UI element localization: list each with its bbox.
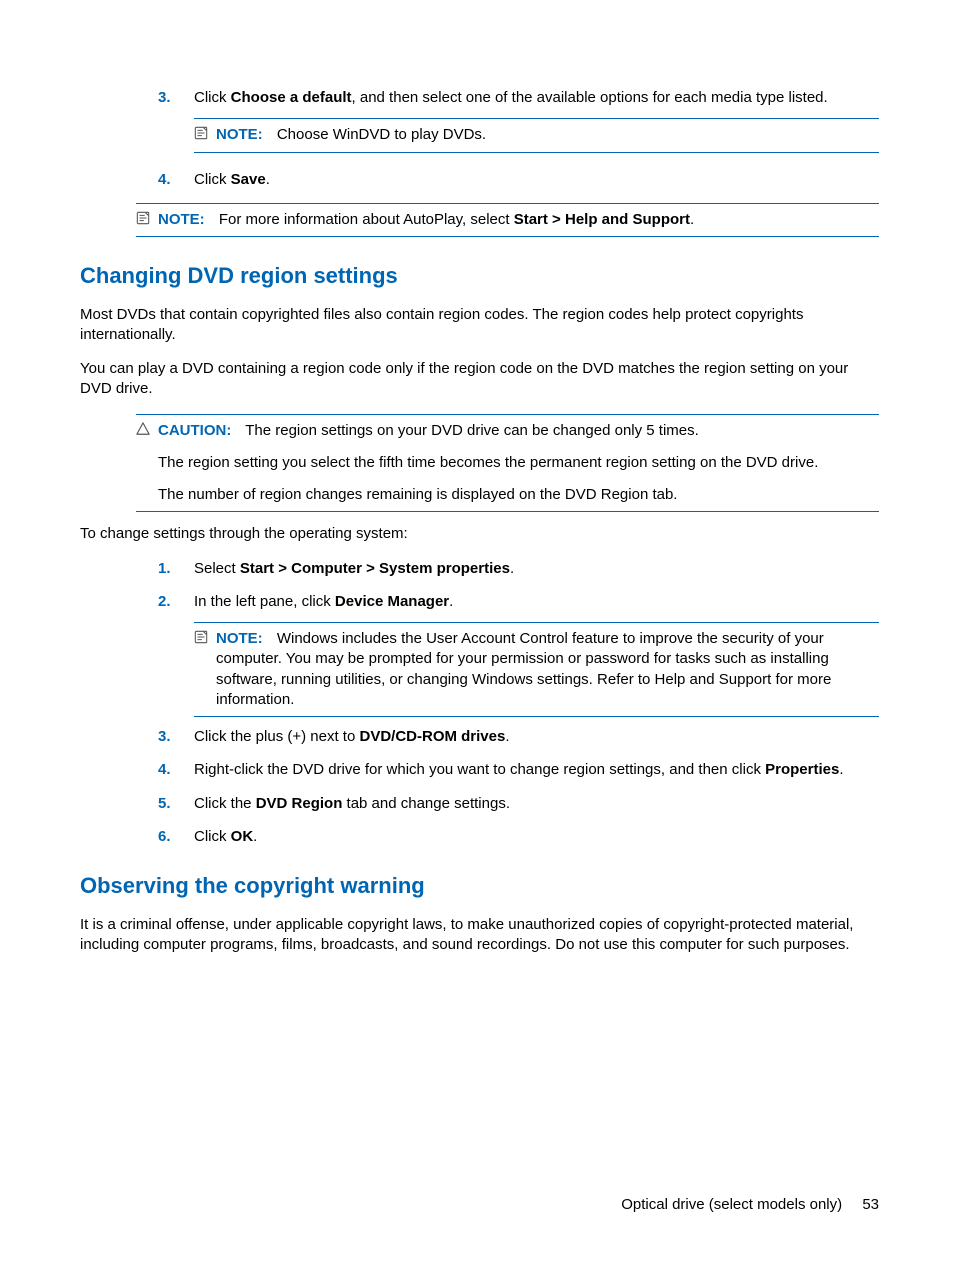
text-run: Click [194, 828, 231, 845]
caution-icon [136, 421, 158, 441]
text-bold: Start > Help and Support [514, 211, 690, 228]
note-body: NOTE: Windows includes the User Account … [216, 629, 879, 710]
caution-body: CAUTION: The region settings on your DVD… [158, 421, 879, 441]
note-block: NOTE: Windows includes the User Account … [194, 622, 879, 717]
list-number: 4. [158, 170, 194, 190]
caution-paragraph: The number of region changes remaining i… [136, 485, 879, 505]
note-label: NOTE: [158, 211, 215, 228]
note-text: Choose WinDVD to play DVDs. [277, 126, 486, 143]
text-bold: DVD Region [256, 795, 343, 812]
text-run: , and then select one of the available o… [352, 89, 828, 106]
heading-copyright-warning: Observing the copyright warning [80, 871, 879, 901]
paragraph: Most DVDs that contain copyrighted files… [80, 305, 879, 346]
caution-block: CAUTION: The region settings on your DVD… [136, 414, 879, 513]
text-run: In the left pane, click [194, 593, 335, 610]
text-bold: DVD/CD-ROM drives [359, 728, 505, 745]
text-bold: OK [231, 828, 254, 845]
caution-label: CAUTION: [158, 422, 241, 439]
text-bold: Properties [765, 761, 839, 778]
ordered-list: 1. Select Start > Computer > System prop… [158, 559, 879, 848]
list-item: 1. Select Start > Computer > System prop… [158, 559, 879, 579]
text-bold: Start > Computer > System properties [240, 560, 510, 577]
note-icon [136, 210, 158, 230]
text-bold: Save [231, 171, 266, 188]
text-run: Click [194, 171, 231, 188]
list-number: 1. [158, 559, 194, 579]
list-number: 3. [158, 88, 194, 157]
note-label: NOTE: [216, 126, 273, 143]
list-item: 4. Click Save. [158, 170, 879, 190]
caution-paragraph: The region setting you select the fifth … [136, 453, 879, 473]
list-item: 3. Click the plus (+) next to DVD/CD-ROM… [158, 727, 879, 747]
list-text: Click Save. [194, 170, 879, 190]
note-block: NOTE: For more information about AutoPla… [136, 203, 879, 237]
text-run: Select [194, 560, 240, 577]
text-bold: Choose a default [231, 89, 352, 106]
text-run: . [510, 560, 514, 577]
heading-changing-dvd-region: Changing DVD region settings [80, 261, 879, 291]
text-run: . [253, 828, 257, 845]
list-text: In the left pane, click Device Manager. … [194, 592, 879, 721]
text-run: . [690, 211, 694, 228]
text-bold: Device Manager [335, 593, 449, 610]
list-text: Click OK. [194, 827, 879, 847]
list-number: 2. [158, 592, 194, 721]
list-number: 5. [158, 794, 194, 814]
list-item: 4. Right-click the DVD drive for which y… [158, 760, 879, 780]
paragraph: You can play a DVD containing a region c… [80, 359, 879, 400]
text-run: Click the [194, 795, 256, 812]
list-text: Right-click the DVD drive for which you … [194, 760, 879, 780]
text-run: . [266, 171, 270, 188]
note-block: NOTE: Choose WinDVD to play DVDs. [194, 118, 879, 152]
list-item: 5. Click the DVD Region tab and change s… [158, 794, 879, 814]
text-run: Click the plus (+) next to [194, 728, 359, 745]
text-run: tab and change settings. [342, 795, 510, 812]
note-body: NOTE: Choose WinDVD to play DVDs. [216, 125, 879, 145]
text-run: Click [194, 89, 231, 106]
note-body: NOTE: For more information about AutoPla… [158, 210, 879, 230]
ordered-list-continued: 3. Click Choose a default, and then sele… [158, 88, 879, 190]
list-number: 6. [158, 827, 194, 847]
list-text: Click Choose a default, and then select … [194, 88, 879, 157]
text-run: . [839, 761, 843, 778]
note-icon [194, 125, 216, 145]
text-run: . [505, 728, 509, 745]
paragraph: To change settings through the operating… [80, 524, 879, 544]
text-run: Right-click the DVD drive for which you … [194, 761, 765, 778]
footer-text: Optical drive (select models only) [621, 1196, 842, 1213]
document-page: 3. Click Choose a default, and then sele… [0, 0, 954, 955]
list-item: 2. In the left pane, click Device Manage… [158, 592, 879, 721]
text-run: . [449, 593, 453, 610]
paragraph: It is a criminal offense, under applicab… [80, 915, 879, 956]
note-icon [194, 629, 216, 710]
text-run: The region settings on your DVD drive ca… [245, 422, 699, 439]
list-text: Select Start > Computer > System propert… [194, 559, 879, 579]
note-text: Windows includes the User Account Contro… [216, 630, 831, 708]
list-number: 4. [158, 760, 194, 780]
list-item: 3. Click Choose a default, and then sele… [158, 88, 879, 157]
list-text: Click the DVD Region tab and change sett… [194, 794, 879, 814]
caution-row: CAUTION: The region settings on your DVD… [136, 421, 879, 441]
page-number: 53 [862, 1196, 879, 1213]
note-label: NOTE: [216, 630, 273, 647]
text-run: For more information about AutoPlay, sel… [219, 211, 514, 228]
page-footer: Optical drive (select models only) 53 [621, 1195, 879, 1215]
list-number: 3. [158, 727, 194, 747]
list-text: Click the plus (+) next to DVD/CD-ROM dr… [194, 727, 879, 747]
list-item: 6. Click OK. [158, 827, 879, 847]
